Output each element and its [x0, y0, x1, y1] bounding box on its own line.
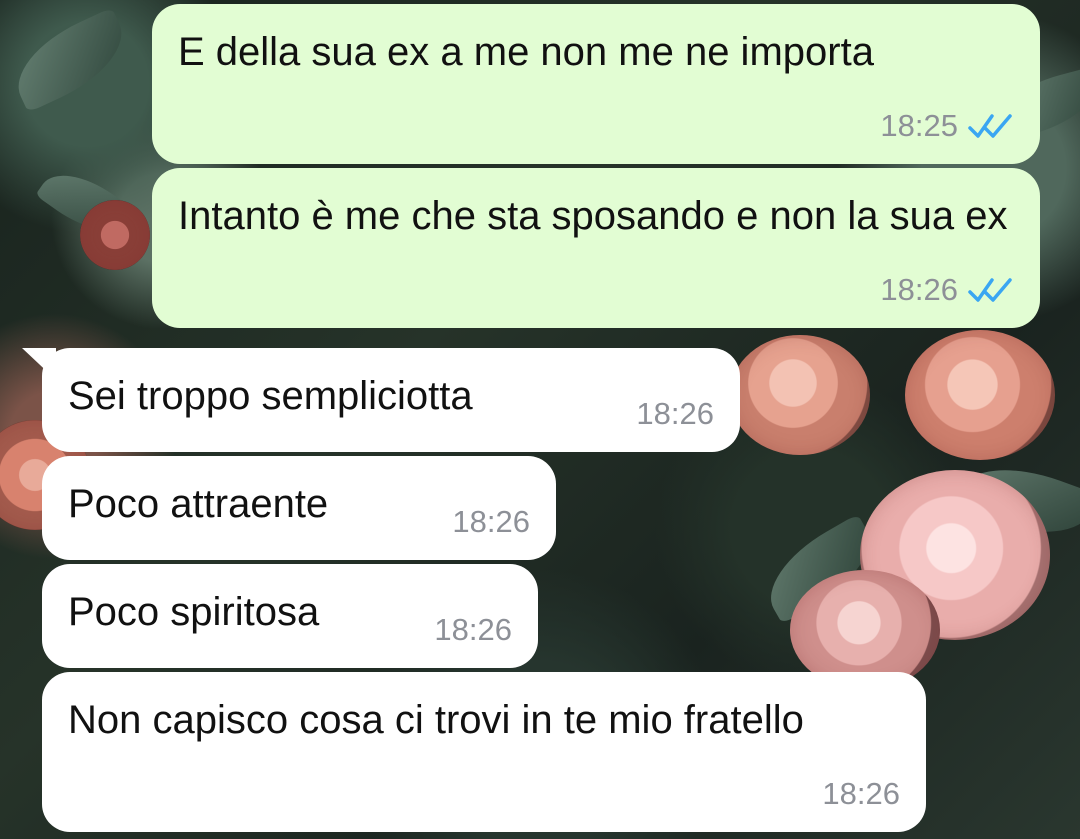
message-text: Intanto è me che sta sposando e non la s… [178, 194, 1008, 238]
message-meta: 18:26 [822, 776, 900, 812]
rose-decoration [905, 330, 1055, 460]
rose-decoration [80, 200, 150, 270]
message-time: 18:25 [880, 108, 958, 143]
message-text: E della sua ex a me non me ne importa [178, 30, 874, 74]
rose-decoration [730, 335, 870, 455]
message-meta: 18:25 [880, 108, 1014, 144]
message-time: 18:26 [822, 776, 900, 811]
leaf-decoration [2, 7, 138, 113]
message-bubble-incoming[interactable]: Poco spiritosa 18:26 [42, 564, 538, 668]
message-text: Poco attraente [68, 482, 329, 526]
message-time: 18:26 [434, 612, 512, 647]
message-bubble-incoming[interactable]: Sei troppo sempliciotta 18:26 [22, 348, 740, 452]
message-bubble-outgoing[interactable]: E della sua ex a me non me ne importa 18… [152, 4, 1040, 164]
message-time: 18:26 [452, 504, 530, 539]
message-meta: 18:26 [880, 272, 1014, 308]
message-time: 18:26 [636, 396, 714, 431]
message-text: Sei troppo sempliciotta [68, 374, 473, 418]
double-check-icon [968, 114, 1012, 138]
message-bubble-incoming[interactable]: Non capisco cosa ci trovi in te mio frat… [42, 672, 926, 832]
message-meta: 18:26 [452, 504, 530, 540]
message-bubble-outgoing[interactable]: Intanto è me che sta sposando e non la s… [152, 168, 1040, 328]
double-check-icon [968, 278, 1012, 302]
message-text: Poco spiritosa [68, 590, 320, 634]
message-meta: 18:26 [434, 612, 512, 648]
message-meta: 18:26 [636, 396, 714, 432]
message-bubble-incoming[interactable]: Poco attraente 18:26 [42, 456, 556, 560]
message-text: Non capisco cosa ci trovi in te mio frat… [68, 698, 804, 742]
message-time: 18:26 [880, 272, 958, 307]
